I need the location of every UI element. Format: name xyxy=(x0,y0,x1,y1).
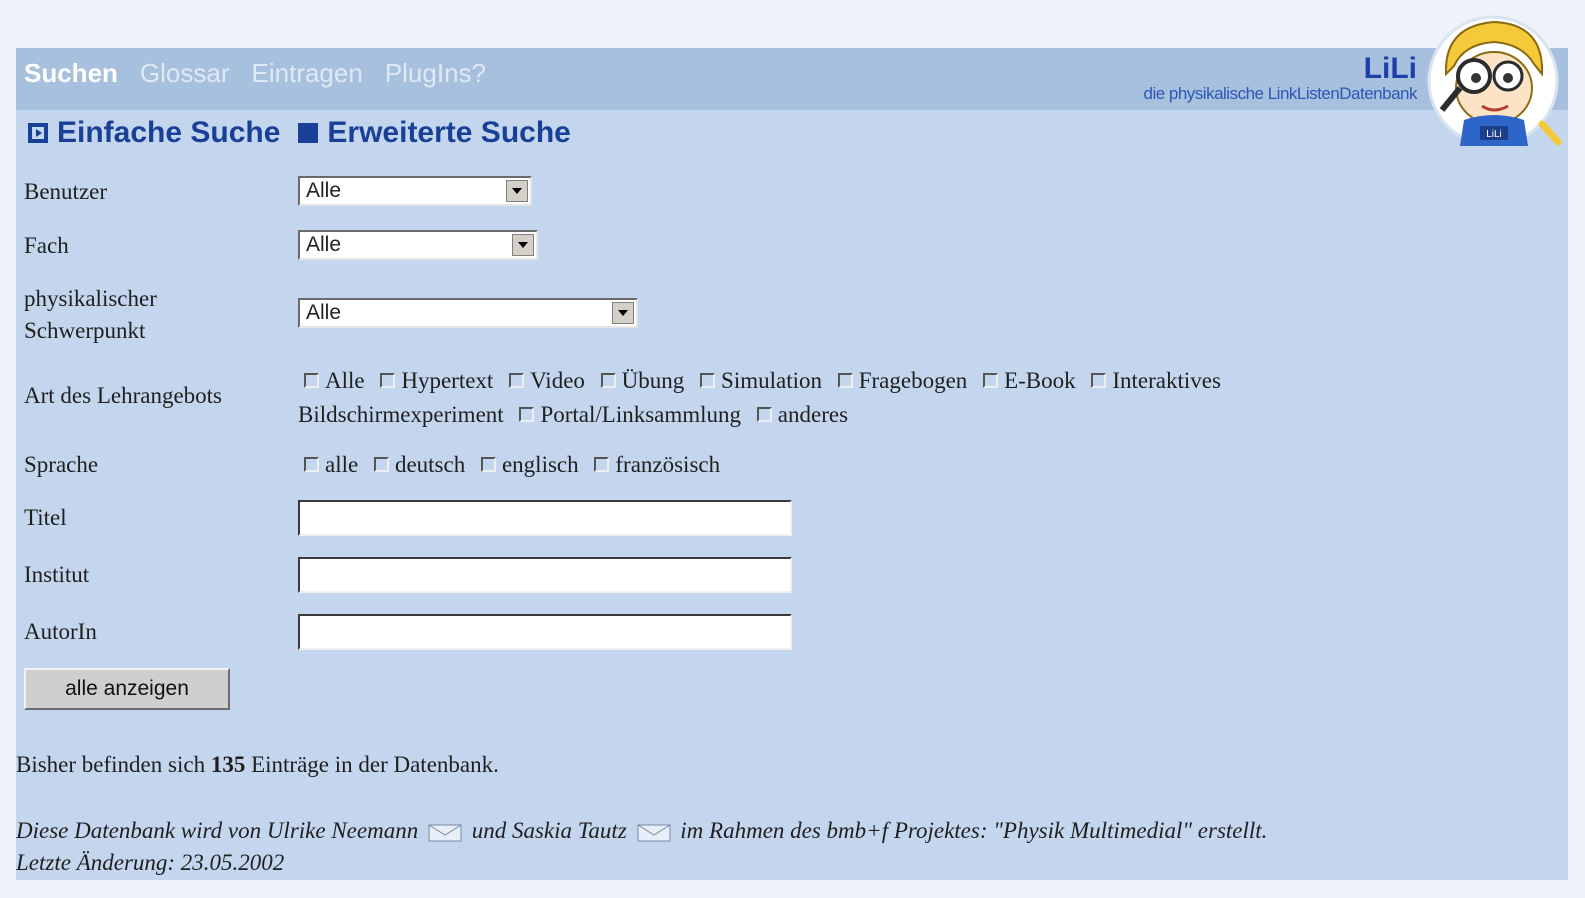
option-hypertext: Hypertext xyxy=(380,368,493,393)
checkbox[interactable] xyxy=(1091,373,1107,389)
option-label: Interaktives xyxy=(1112,368,1221,393)
option-fragebogen: Fragebogen xyxy=(837,368,968,393)
checkbox[interactable] xyxy=(756,407,772,423)
option-label: englisch xyxy=(501,452,579,477)
schwerpunkt-label-line2: Schwerpunkt xyxy=(24,318,146,343)
mascot-badge: LiLi xyxy=(1486,129,1502,140)
nav-glossar[interactable]: Glossar xyxy=(140,58,230,89)
option-bildschirmexperiment: Bildschirmexperiment xyxy=(298,402,504,427)
titel-label: Titel xyxy=(24,505,67,530)
option-label: Portal/Linksammlung xyxy=(540,402,742,427)
schwerpunkt-label-line1: physikalischer xyxy=(24,286,157,311)
fach-label: Fach xyxy=(24,233,69,258)
option-label: Bildschirmexperiment xyxy=(298,402,504,427)
tab-advanced-search[interactable]: Erweiterte Suche xyxy=(298,116,571,150)
footer-part2: und Saskia Tautz xyxy=(471,818,627,843)
option-interaktives: Interaktives xyxy=(1091,368,1221,393)
option-label: Simulation xyxy=(721,368,822,393)
benutzer-select[interactable]: Alle xyxy=(298,176,532,206)
footer-credits: Diese Datenbank wird von Ulrike Neemann … xyxy=(16,815,1267,847)
tab-simple-search-label: Einfache Suche xyxy=(57,116,281,149)
checkbox[interactable] xyxy=(700,373,716,389)
checkbox[interactable] xyxy=(380,373,396,389)
count-suffix: Einträge in der Datenbank. xyxy=(251,752,499,777)
sprache-label: Sprache xyxy=(24,452,99,477)
brand-subtitle: die physikalische LinkListenDatenbank xyxy=(1143,84,1417,103)
option-alle: Alle xyxy=(298,368,365,393)
checkbox[interactable] xyxy=(304,373,319,389)
show-all-button[interactable]: alle anzeigen xyxy=(24,668,230,710)
count-prefix: Bisher befinden sich xyxy=(16,752,206,777)
brand: LiLi die physikalische LinkListenDatenba… xyxy=(1143,54,1417,104)
mail-icon[interactable] xyxy=(637,824,671,842)
autorin-label: AutorIn xyxy=(24,619,97,644)
option-deutsch: deutsch xyxy=(373,452,466,477)
sprache-options: alle deutsch englisch französisch xyxy=(304,449,730,481)
chevron-down-icon[interactable] xyxy=(612,302,634,324)
option-video: Video xyxy=(509,368,585,393)
option-label: Video xyxy=(530,368,585,393)
square-icon xyxy=(298,123,319,143)
checkbox[interactable] xyxy=(480,457,496,473)
nav-eintragen[interactable]: Eintragen xyxy=(252,58,363,89)
option-label: französisch xyxy=(615,452,721,477)
titel-input[interactable] xyxy=(298,500,792,536)
footer: Diese Datenbank wird von Ulrike Neemann … xyxy=(16,815,1267,879)
checkbox[interactable] xyxy=(594,457,610,473)
checkbox[interactable] xyxy=(373,457,389,473)
fach-select[interactable]: Alle xyxy=(298,230,538,260)
nav-suchen[interactable]: Suchen xyxy=(24,58,118,89)
benutzer-select-value: Alle xyxy=(306,179,342,202)
checkbox[interactable] xyxy=(837,373,853,389)
option-label: E-Book xyxy=(1004,368,1076,393)
tab-simple-search[interactable]: Einfache Suche xyxy=(28,116,280,150)
option-label: Hypertext xyxy=(401,368,494,393)
option-label: Alle xyxy=(325,368,365,393)
count-number: 135 xyxy=(210,752,246,777)
checkbox[interactable] xyxy=(600,373,616,389)
mascot-logo: LiLi xyxy=(1427,15,1562,147)
nav-plugins[interactable]: PlugIns? xyxy=(385,58,486,89)
schwerpunkt-select-value: Alle xyxy=(306,301,342,324)
checkbox[interactable] xyxy=(304,457,319,473)
option-label: Übung xyxy=(621,368,685,393)
chevron-down-icon[interactable] xyxy=(512,234,534,256)
option-alle-sprachen: alle xyxy=(304,452,358,477)
option-label: Fragebogen xyxy=(858,368,968,393)
brand-name: LiLi xyxy=(1363,52,1417,85)
option-englisch: englisch xyxy=(480,452,579,477)
search-mode-tabs: Einfache Suche Erweiterte Suche xyxy=(28,116,571,150)
option-anderes: anderes xyxy=(756,402,849,427)
autorin-input[interactable] xyxy=(298,614,792,650)
last-updated: Letzte Änderung: 23.05.2002 xyxy=(16,850,285,875)
option-simulation: Simulation xyxy=(700,368,822,393)
arrow-box-icon xyxy=(28,123,48,143)
schwerpunkt-label: physikalischer Schwerpunkt xyxy=(24,283,157,347)
option-ebook: E-Book xyxy=(983,368,1076,393)
option-label: deutsch xyxy=(394,452,466,477)
checkbox[interactable] xyxy=(519,407,535,423)
lehrangebot-options: Alle Hypertext Video Übung Simulation Fr… xyxy=(298,364,1398,432)
option-label: alle xyxy=(325,452,359,477)
tab-advanced-search-label: Erweiterte Suche xyxy=(327,116,571,149)
checkbox[interactable] xyxy=(983,373,999,389)
option-portal: Portal/Linksammlung xyxy=(519,402,741,427)
entry-count: Bisher befinden sich 135 Einträge in der… xyxy=(16,752,499,778)
option-label: anderes xyxy=(777,402,849,427)
fach-select-value: Alle xyxy=(306,233,342,256)
checkbox[interactable] xyxy=(509,373,525,389)
schwerpunkt-select[interactable]: Alle xyxy=(298,298,638,328)
option-uebung: Übung xyxy=(600,368,685,393)
footer-part3: im Rahmen des bmb+f Projektes: "Physik M… xyxy=(680,818,1268,843)
option-franzoesisch: französisch xyxy=(594,452,720,477)
chevron-down-icon[interactable] xyxy=(506,180,528,202)
lehrangebot-label: Art des Lehrangebots xyxy=(24,383,222,408)
mail-icon[interactable] xyxy=(428,824,462,842)
institut-input[interactable] xyxy=(298,557,792,593)
benutzer-label: Benutzer xyxy=(24,179,108,204)
institut-label: Institut xyxy=(24,562,90,587)
main-nav: Suchen Glossar Eintragen PlugIns? xyxy=(24,58,486,89)
footer-part1: Diese Datenbank wird von Ulrike Neemann xyxy=(16,818,419,843)
